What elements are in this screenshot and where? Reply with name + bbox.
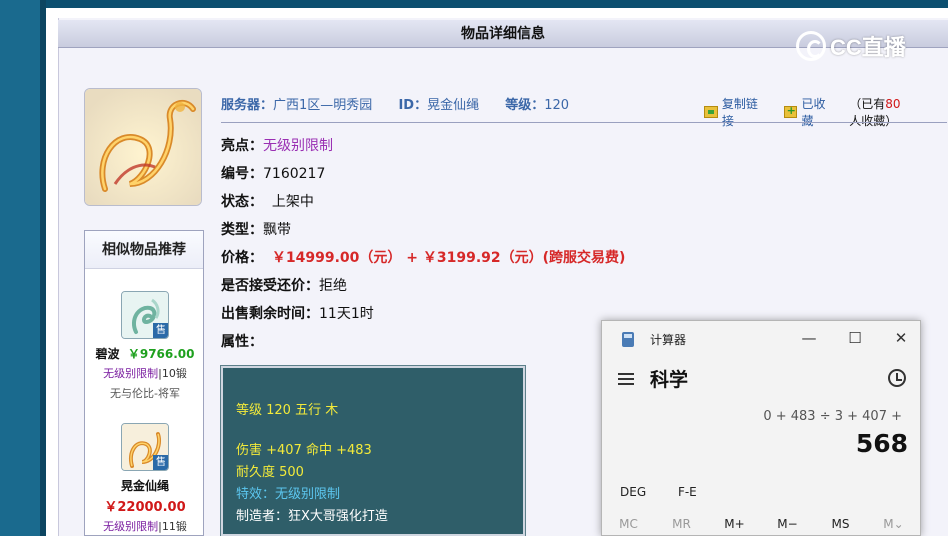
similar-item-name: 碧波 — [95, 347, 120, 361]
copy-link-button[interactable]: 复制链接 — [722, 95, 770, 129]
id-label: ID： — [398, 98, 428, 113]
stream-logo: CC直播 — [796, 30, 906, 62]
fe-button[interactable]: F-E — [678, 485, 697, 499]
maximize-button[interactable]: ☐ — [838, 325, 872, 351]
memory-recall-button[interactable]: MR — [655, 517, 708, 531]
level-value: 120 — [544, 98, 570, 113]
remaining-time-row: 出售剩余时间：11天1时 — [221, 306, 374, 322]
menu-icon[interactable] — [618, 370, 634, 388]
calculator-result: 568 — [855, 429, 908, 458]
divider — [221, 122, 947, 123]
id-value: 晃金仙绳 — [427, 98, 480, 113]
attributes-label: 属性： — [221, 334, 263, 350]
memory-clear-button[interactable]: MC — [602, 517, 655, 531]
calculator-app-icon — [622, 332, 634, 347]
similar-items-box: 相似物品推荐 售 碧波 ￥9766.00 无级别限制|10锻 无与伦比-将军 售… — [84, 230, 204, 536]
attr-maker: 制造者：狂X大哥强化打造 — [236, 509, 388, 524]
bargain-row: 是否接受还价：拒绝 — [221, 278, 347, 294]
calculator-expression: 0 + 483 ÷ 3 + 407 + — [763, 409, 902, 424]
attr-damage-hit: 伤害 +407 命中 +483 — [236, 443, 372, 458]
type-row: 类型：飘带 — [221, 222, 291, 238]
calculator-titlebar: 计算器 — [622, 331, 686, 348]
number-row: 编号：7160217 — [221, 166, 326, 182]
remaining-time-value: 11天1时 — [319, 306, 374, 322]
similar-item-tag: 无级别限制 — [103, 520, 159, 533]
server-value: 广西1区—明秀园 — [273, 98, 373, 113]
status-row: 状态： 上架中 — [221, 194, 314, 210]
memory-list-button[interactable]: M⌄ — [867, 517, 920, 531]
left-frame — [0, 0, 46, 536]
close-button[interactable]: ✕ — [884, 325, 918, 351]
calculator-title: 计算器 — [650, 333, 687, 347]
item-info-line: 服务器：广西1区—明秀园 ID：晃金仙绳 等级：120 — [221, 94, 569, 113]
item-actions: 复制链接 已收藏 （已有80人收藏） — [704, 95, 948, 129]
similar-item-forge: |11锻 — [158, 520, 187, 533]
similar-item-price: ￥22000.00 — [104, 500, 186, 515]
highlight-value: 无级别限制 — [263, 138, 333, 154]
server-label: 服务器： — [221, 98, 274, 113]
type-value: 飘带 — [263, 222, 291, 238]
ribbon-item-icon — [85, 89, 201, 205]
similar-item-thumb[interactable]: 售 — [121, 423, 169, 471]
similar-item[interactable]: 售 晃金仙绳 ￥22000.00 无级别限制|11锻 — [85, 423, 205, 534]
calculator-mode: 科学 — [618, 365, 688, 392]
price-value: ￥14999.00（元） + ￥3199.92（元）(跨服交易费) — [271, 250, 626, 266]
minimize-button[interactable]: — — [792, 325, 826, 351]
attr-level-element: 等级 120 五行 木 — [236, 403, 339, 418]
sale-badge: 售 — [153, 455, 168, 470]
memory-add-button[interactable]: M+ — [708, 517, 761, 531]
attributes-box: 等级 120 五行 木 伤害 +407 命中 +483 耐久度 500 特效：无… — [220, 365, 526, 536]
level-label: 等级： — [505, 98, 545, 113]
memory-subtract-button[interactable]: M− — [761, 517, 814, 531]
similar-item-price: ￥9766.00 — [127, 347, 195, 361]
sale-badge: 售 — [153, 323, 168, 338]
mode-label: 科学 — [650, 369, 689, 391]
item-image[interactable] — [84, 88, 202, 206]
collect-count: （已有80人收藏） — [849, 97, 901, 128]
favorite-button[interactable]: 已收藏 — [801, 95, 837, 129]
attr-durability: 耐久度 500 — [236, 465, 304, 480]
logo-text: CC直播 — [830, 35, 906, 60]
calculator-window[interactable]: 计算器 — ☐ ✕ 科学 0 + 483 ÷ 3 + 407 + 568 DEG… — [601, 320, 921, 536]
similar-item-thumb[interactable]: 售 — [121, 291, 169, 339]
similar-item-name: 晃金仙绳 — [120, 479, 169, 493]
top-bar — [0, 0, 948, 8]
history-icon[interactable] — [888, 369, 906, 387]
deg-button[interactable]: DEG — [620, 485, 646, 499]
similar-item-forge: |10锻 — [158, 367, 187, 380]
highlight-row: 亮点：无级别限制 — [221, 138, 333, 154]
status-value: 上架中 — [271, 194, 314, 210]
number-value: 7160217 — [263, 166, 326, 182]
price-row: 价格： ￥14999.00（元） + ￥3199.92（元）(跨服交易费) — [221, 250, 626, 266]
similar-item-tag: 无级别限制 — [103, 367, 159, 380]
favorite-icon — [783, 104, 798, 118]
bargain-value: 拒绝 — [319, 278, 347, 294]
memory-store-button[interactable]: MS — [814, 517, 867, 531]
memory-row: MC MR M+ M− MS M⌄ — [602, 517, 922, 531]
attr-effect: 特效：无级别限制 — [236, 487, 341, 502]
logo-icon — [796, 31, 826, 61]
similar-item-subtitle: 无与伦比-将军 — [110, 387, 180, 400]
similar-title: 相似物品推荐 — [85, 231, 203, 269]
similar-item[interactable]: 售 碧波 ￥9766.00 无级别限制|10锻 无与伦比-将军 — [85, 291, 205, 401]
copy-link-icon — [704, 106, 718, 118]
angle-row: DEG F-E — [620, 485, 725, 499]
